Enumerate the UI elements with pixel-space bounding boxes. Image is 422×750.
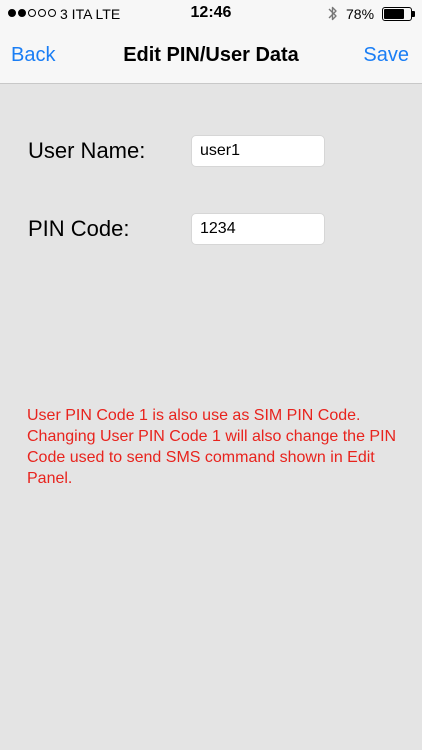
sim-pin-notice: User PIN Code 1 is also use as SIM PIN C… <box>27 407 397 487</box>
battery-icon <box>382 7 415 21</box>
username-input[interactable] <box>191 135 325 167</box>
navigation-bar: Back Edit PIN/User Data Save <box>0 28 422 84</box>
username-label: User Name: <box>28 138 146 163</box>
save-button[interactable]: Save <box>363 44 409 67</box>
bluetooth-icon <box>328 6 337 21</box>
pin-code-label: PIN Code: <box>28 216 130 241</box>
battery-fill <box>384 9 405 19</box>
pin-code-input[interactable] <box>191 213 325 245</box>
page-title: Edit PIN/User Data <box>123 44 299 66</box>
battery-percent: 78% <box>346 6 375 22</box>
status-bar: 3 ITA LTE 12:46 78% <box>0 0 422 28</box>
